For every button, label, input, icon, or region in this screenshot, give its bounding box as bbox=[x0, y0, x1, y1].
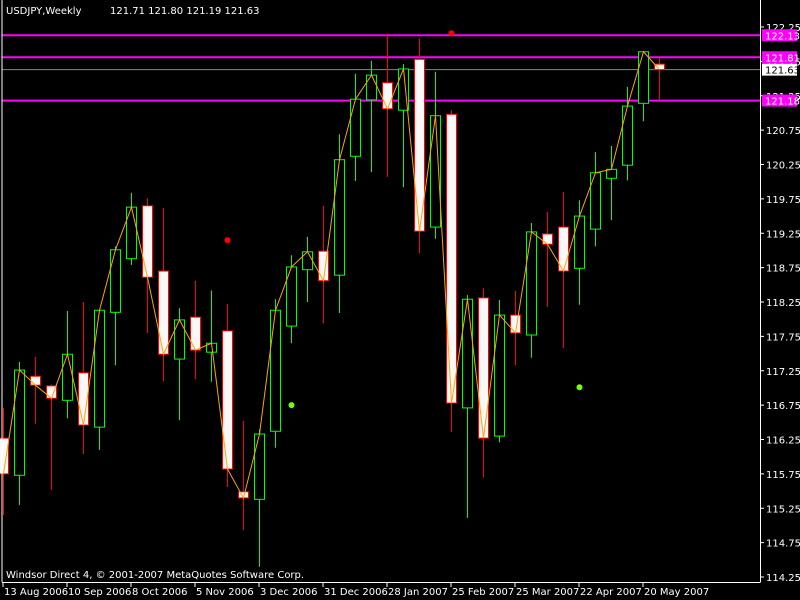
candle-body bbox=[190, 316, 201, 351]
candle-body bbox=[526, 231, 537, 336]
candle-body bbox=[638, 51, 649, 104]
x-tick-label: 20 May 2007 bbox=[644, 587, 709, 598]
x-tick-label: 25 Feb 2007 bbox=[452, 587, 514, 598]
candle-body bbox=[542, 233, 553, 245]
bull-candle bbox=[286, 255, 297, 344]
bull-candle bbox=[350, 73, 361, 181]
level-price-labels: 122.13 121.81 121.18 121.63 bbox=[762, 29, 800, 108]
ohlc-readout: 121.71 121.80 121.19 121.63 bbox=[110, 6, 260, 17]
bear-candle bbox=[30, 357, 41, 424]
bear-candle bbox=[78, 302, 89, 454]
candle-body bbox=[142, 205, 153, 278]
candle-body bbox=[494, 314, 505, 437]
x-tick-label: 10 Sep 2006 bbox=[68, 587, 131, 598]
bull-candle bbox=[366, 60, 377, 173]
candle-body bbox=[654, 63, 665, 71]
candle-body bbox=[462, 298, 473, 409]
bear-candle bbox=[510, 291, 521, 366]
symbol-timeframe: USDJPY,Weekly bbox=[6, 6, 82, 17]
bear-candle bbox=[318, 205, 329, 324]
candle-body bbox=[158, 270, 169, 355]
x-tick-label: 8 Oct 2006 bbox=[132, 587, 187, 598]
bull-candle bbox=[526, 222, 537, 358]
candle-body bbox=[622, 105, 633, 166]
candle-body bbox=[350, 98, 361, 157]
bull-candle bbox=[174, 308, 185, 421]
candles bbox=[0, 33, 665, 567]
y-tick-label: 117.75 bbox=[766, 332, 800, 343]
green-signal-marker bbox=[288, 402, 295, 409]
green-signal-marker bbox=[576, 384, 583, 391]
candle-body bbox=[478, 297, 489, 439]
bear-candle bbox=[46, 384, 57, 490]
x-tick-label: 25 Mar 2007 bbox=[516, 587, 579, 598]
bear-candle bbox=[382, 33, 393, 177]
time-axis[interactable]: 13 Aug 2006 10 Sep 2006 8 Oct 2006 5 Nov 20… bbox=[2, 582, 709, 598]
candle-body bbox=[94, 309, 105, 428]
candle-body bbox=[110, 249, 121, 313]
x-tick-label: 13 Aug 2006 bbox=[4, 587, 68, 598]
candle-body bbox=[606, 168, 617, 179]
bear-candle bbox=[542, 211, 553, 307]
copyright-text: Windsor Direct 4, © 2001-2007 MetaQuotes… bbox=[6, 570, 304, 581]
y-tick-label: 114.25 bbox=[766, 573, 800, 584]
level-price-label: 121.81 bbox=[765, 53, 800, 64]
y-tick-label: 115.75 bbox=[766, 470, 800, 481]
bear-candle bbox=[654, 57, 665, 100]
y-tick-label: 118.25 bbox=[766, 298, 800, 309]
red-signal-marker bbox=[224, 237, 231, 244]
x-tick-label: 28 Jan 2007 bbox=[388, 587, 448, 598]
y-tick-label: 119.75 bbox=[766, 195, 800, 206]
candle-body bbox=[334, 159, 345, 276]
bull-candle bbox=[14, 361, 25, 505]
level-price-label: 122.13 bbox=[765, 31, 800, 42]
bear-candle bbox=[446, 110, 457, 432]
price-chart[interactable]: 122.25121.75121.25120.75120.25119.75119.… bbox=[0, 0, 800, 600]
y-tick-label: 119.25 bbox=[766, 229, 800, 240]
bear-candle bbox=[190, 280, 201, 379]
y-tick-label: 116.75 bbox=[766, 401, 800, 412]
bull-candle bbox=[398, 64, 409, 188]
candle-body bbox=[574, 215, 585, 269]
close-line bbox=[3, 50, 660, 500]
bear-candle bbox=[0, 407, 9, 516]
candle-body bbox=[30, 375, 41, 386]
y-tick-label: 120.75 bbox=[766, 126, 800, 137]
candle-body bbox=[254, 433, 265, 500]
candle-body bbox=[222, 330, 233, 470]
candle-body bbox=[446, 113, 457, 404]
bear-candle bbox=[142, 198, 153, 333]
close-price-line bbox=[3, 50, 660, 500]
candle-body bbox=[366, 74, 377, 101]
candle-body bbox=[270, 309, 281, 432]
bull-candle bbox=[590, 152, 601, 247]
bid-price-label: 121.63 bbox=[765, 66, 800, 77]
red-signal-marker bbox=[448, 30, 455, 37]
x-tick-label: 22 Apr 2007 bbox=[580, 587, 642, 598]
candle-body bbox=[126, 206, 137, 260]
bull-candle bbox=[302, 236, 313, 302]
bear-candle bbox=[478, 288, 489, 478]
y-tick-label: 117.25 bbox=[766, 367, 800, 378]
bear-candle bbox=[222, 304, 233, 487]
level-price-label: 121.18 bbox=[765, 97, 800, 108]
candle-body bbox=[62, 353, 73, 401]
candle-body bbox=[14, 369, 25, 476]
x-tick-label: 5 Nov 2006 bbox=[196, 587, 254, 598]
bull-candle bbox=[94, 309, 105, 450]
y-tick-label: 120.25 bbox=[766, 161, 800, 172]
bear-candle bbox=[238, 420, 249, 531]
bull-candle bbox=[430, 71, 441, 239]
y-tick-label: 115.25 bbox=[766, 504, 800, 515]
bull-candle bbox=[126, 192, 137, 265]
y-tick-label: 114.75 bbox=[766, 539, 800, 550]
candle-body bbox=[382, 82, 393, 110]
y-tick-label: 116.25 bbox=[766, 436, 800, 447]
x-tick-label: 31 Dec 2006 bbox=[324, 587, 388, 598]
bull-candle bbox=[270, 299, 281, 448]
bear-candle bbox=[414, 38, 425, 254]
bull-candle bbox=[494, 299, 505, 443]
y-tick-label: 118.75 bbox=[766, 264, 800, 275]
x-tick-label: 3 Dec 2006 bbox=[260, 587, 318, 598]
